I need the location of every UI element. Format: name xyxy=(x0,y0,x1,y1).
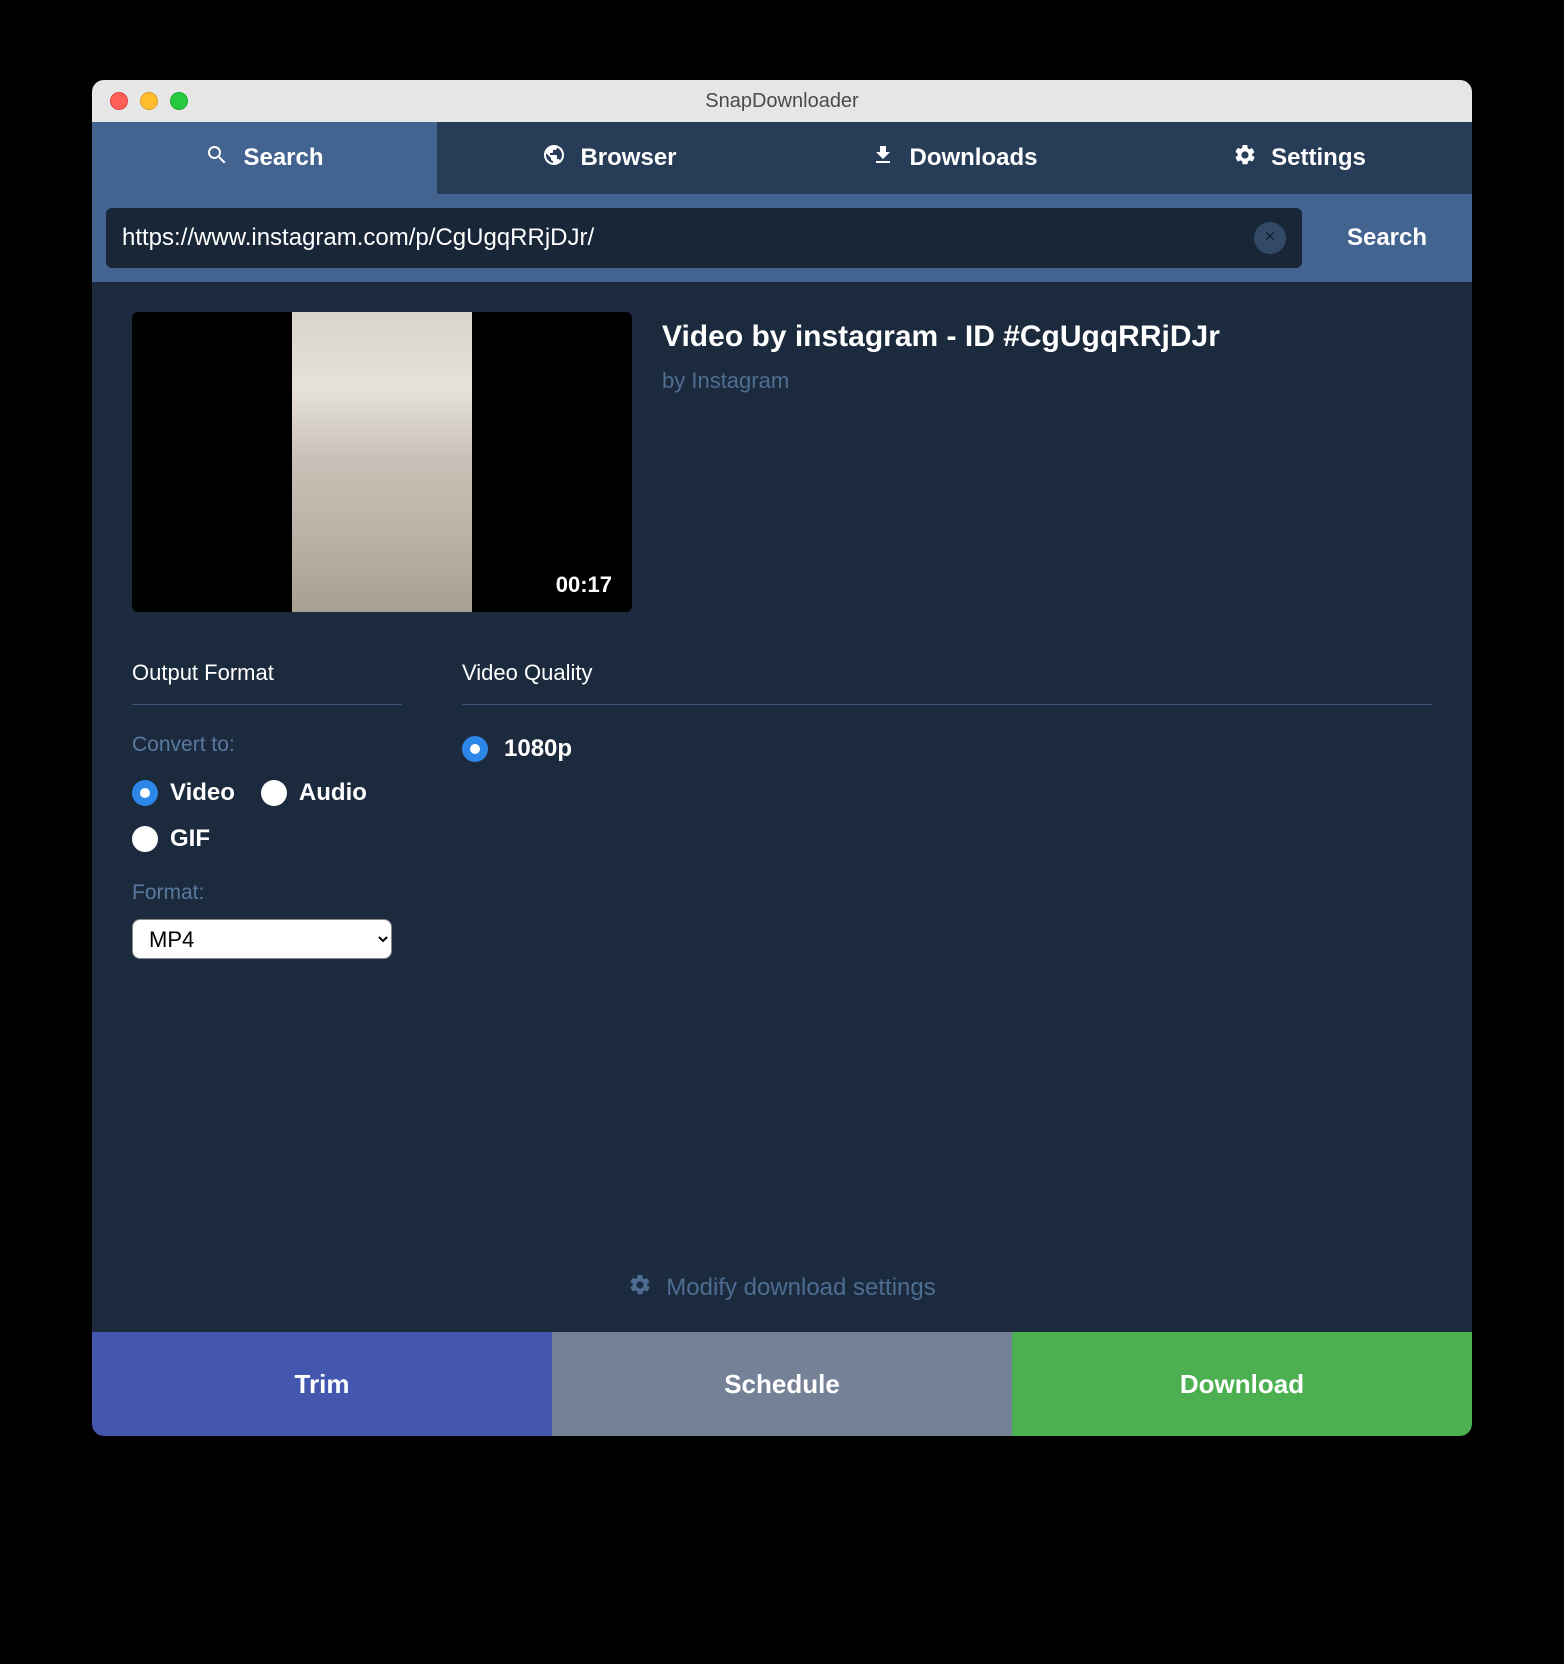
button-label: Schedule xyxy=(724,1369,840,1400)
button-label: Trim xyxy=(295,1369,350,1400)
trim-button[interactable]: Trim xyxy=(92,1332,552,1436)
url-input[interactable] xyxy=(122,224,1254,252)
schedule-button[interactable]: Schedule xyxy=(552,1332,1012,1436)
radio-icon xyxy=(132,826,158,852)
gear-icon xyxy=(628,1273,652,1302)
globe-icon xyxy=(542,143,566,174)
searchbar: Search xyxy=(92,194,1472,282)
format-select[interactable]: MP4 xyxy=(132,919,392,959)
video-author: by Instagram xyxy=(662,368,1432,394)
search-button[interactable]: Search xyxy=(1302,208,1472,268)
close-icon xyxy=(1263,229,1277,248)
video-quality-section: Video Quality 1080p xyxy=(462,660,1432,959)
download-button[interactable]: Download xyxy=(1012,1332,1472,1436)
titlebar: SnapDownloader xyxy=(92,80,1472,122)
search-icon xyxy=(205,143,229,174)
tab-downloads[interactable]: Downloads xyxy=(782,122,1127,194)
app-window: SnapDownloader Search Browser Downloads … xyxy=(92,80,1472,1436)
button-label: Download xyxy=(1180,1369,1304,1400)
video-title: Video by instagram - ID #CgUgqRRjDJr xyxy=(662,320,1432,354)
radio-icon xyxy=(132,780,158,806)
video-header: 00:17 Video by instagram - ID #CgUgqRRjD… xyxy=(132,312,1432,612)
video-meta: Video by instagram - ID #CgUgqRRjDJr by … xyxy=(662,312,1432,612)
thumbnail-image xyxy=(292,312,472,612)
radio-label: GIF xyxy=(170,825,210,853)
radio-label: Audio xyxy=(299,779,367,807)
main-tabs: Search Browser Downloads Settings xyxy=(92,122,1472,194)
modify-download-settings[interactable]: Modify download settings xyxy=(132,1249,1432,1332)
download-icon xyxy=(871,143,895,174)
video-thumbnail[interactable]: 00:17 xyxy=(132,312,632,612)
radio-icon xyxy=(261,780,287,806)
tab-browser[interactable]: Browser xyxy=(437,122,782,194)
output-format-section: Output Format Convert to: Video Audio GI… xyxy=(132,660,402,959)
radio-gif[interactable]: GIF xyxy=(132,825,210,853)
section-title: Video Quality xyxy=(462,660,1432,705)
convert-label: Convert to: xyxy=(132,733,402,757)
action-buttons: Trim Schedule Download xyxy=(92,1332,1472,1436)
tab-settings[interactable]: Settings xyxy=(1127,122,1472,194)
radio-1080p[interactable]: 1080p xyxy=(462,735,1432,763)
search-button-label: Search xyxy=(1347,224,1427,252)
radio-icon xyxy=(462,736,488,762)
tab-search[interactable]: Search xyxy=(92,122,437,194)
tab-label: Downloads xyxy=(909,144,1037,172)
tab-label: Browser xyxy=(580,144,676,172)
radio-label: Video xyxy=(170,779,235,807)
convert-radio-group: Video Audio GIF xyxy=(132,779,402,853)
radio-label: 1080p xyxy=(504,735,572,763)
radio-video[interactable]: Video xyxy=(132,779,235,807)
tab-label: Settings xyxy=(1271,144,1366,172)
options-row: Output Format Convert to: Video Audio GI… xyxy=(132,660,1432,959)
window-title: SnapDownloader xyxy=(92,90,1472,113)
section-title: Output Format xyxy=(132,660,402,705)
content-area: 00:17 Video by instagram - ID #CgUgqRRjD… xyxy=(92,282,1472,1332)
radio-audio[interactable]: Audio xyxy=(261,779,367,807)
clear-input-button[interactable] xyxy=(1254,222,1286,254)
gear-icon xyxy=(1233,143,1257,174)
search-input-wrap xyxy=(106,208,1302,268)
tab-label: Search xyxy=(243,144,323,172)
modify-label: Modify download settings xyxy=(666,1274,935,1302)
video-duration: 00:17 xyxy=(556,572,612,598)
format-label: Format: xyxy=(132,881,402,905)
